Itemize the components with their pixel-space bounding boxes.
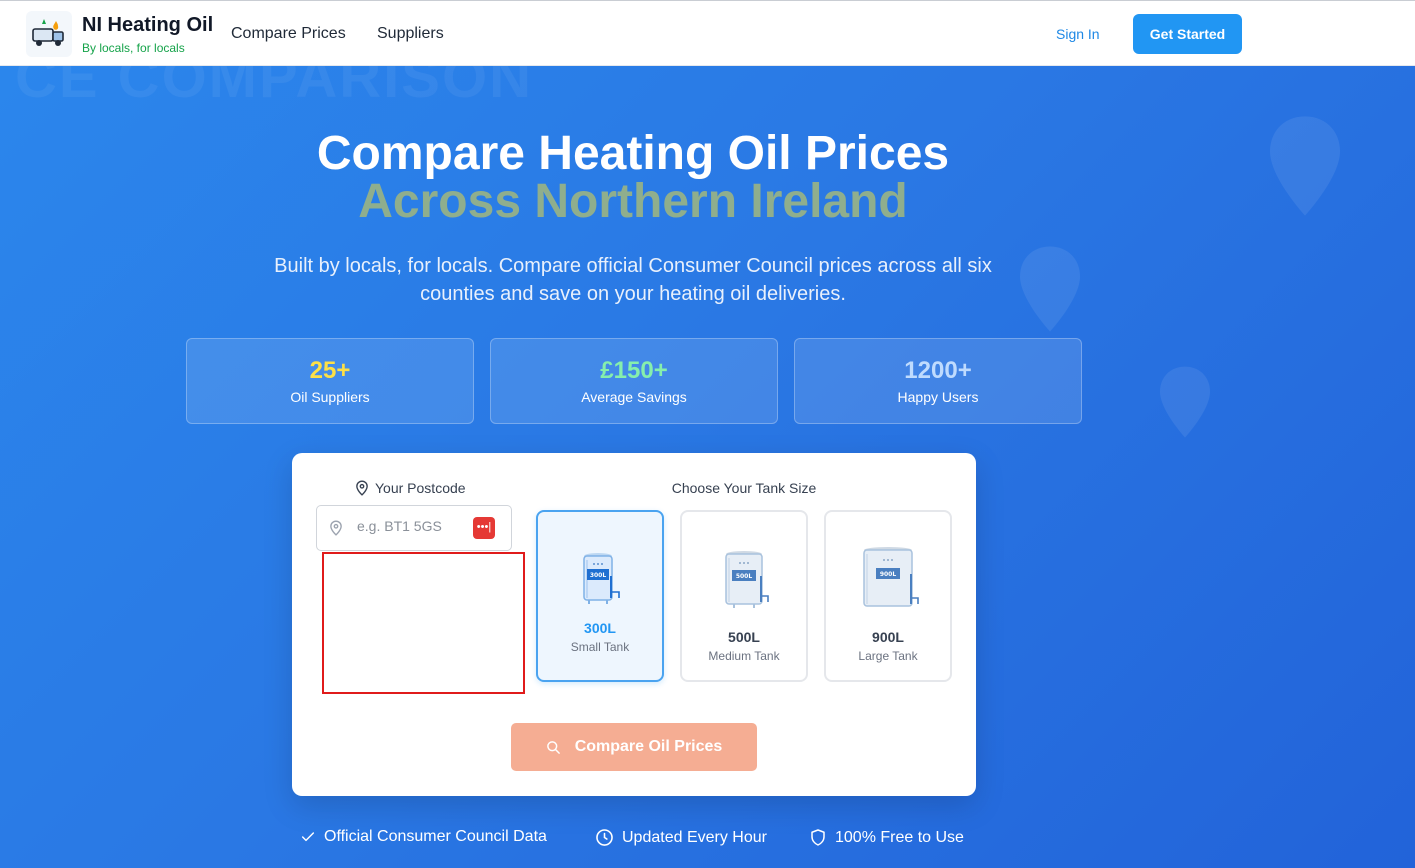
postcode-label-text: Your Postcode	[375, 480, 466, 496]
top-navbar: NI Heating Oil By locals, for locals Com…	[0, 0, 1415, 66]
tank-size-heading: Choose Your Tank Size	[671, 480, 817, 496]
stat-label: Average Savings	[581, 389, 687, 405]
background-watermark-text: CE COMPARISON	[15, 66, 533, 110]
search-icon	[546, 740, 560, 754]
postcode-label: Your Postcode	[355, 480, 466, 496]
stat-card-suppliers: 25+ Oil Suppliers	[186, 338, 474, 424]
stat-value: 25+	[309, 357, 351, 384]
compare-prices-button[interactable]: Compare Oil Prices	[511, 723, 757, 771]
search-card: Your Postcode •••| Choose Your Tank Size…	[292, 453, 976, 796]
tank-size: 900L	[872, 629, 904, 645]
brand-title[interactable]: NI Heating Oil	[82, 14, 213, 37]
large-tank-icon: 900L	[863, 547, 919, 607]
tank-option-large[interactable]: 900L 900L Large Tank	[824, 510, 952, 682]
brand-tagline: By locals, for locals	[82, 41, 185, 55]
logo[interactable]	[26, 11, 72, 57]
map-pin-icon	[356, 480, 368, 496]
tank-badge: 900L	[880, 571, 897, 578]
feature-free: 100% Free to Use	[809, 828, 964, 847]
postcode-suggestions-dropdown[interactable]	[322, 552, 525, 694]
hero-title-highlight: Across Northern Ireland	[358, 175, 908, 228]
feature-official-data: Official Consumer Council Data	[300, 828, 547, 846]
feature-label: Official Consumer Council Data	[324, 828, 547, 845]
oil-truck-logo-icon	[32, 19, 64, 46]
check-icon	[301, 832, 315, 842]
hero-title: Compare Heating Oil Prices	[316, 127, 950, 180]
stat-label: Oil Suppliers	[290, 389, 370, 405]
feature-updated-hourly: Updated Every Hour	[595, 828, 767, 847]
stat-label: Happy Users	[897, 389, 979, 405]
shield-icon	[811, 829, 825, 846]
feature-label: Updated Every Hour	[622, 828, 767, 846]
small-tank-icon: 300L	[583, 553, 620, 604]
map-pin-decoration-icon	[1160, 366, 1210, 438]
get-started-button[interactable]: Get Started	[1133, 14, 1242, 54]
compare-button-label: Compare Oil Prices	[574, 738, 723, 755]
tank-option-small[interactable]: 300L 300L Small Tank	[536, 510, 664, 682]
tank-badge: 500L	[736, 573, 753, 580]
password-manager-icon[interactable]: •••|	[473, 517, 495, 539]
stat-card-savings: £150+ Average Savings	[490, 338, 778, 424]
hero-subtitle: Built by locals, for locals. Compare off…	[274, 255, 992, 305]
clock-icon	[596, 829, 613, 846]
tank-badge: 300L	[590, 572, 607, 579]
tank-size: 300L	[584, 620, 616, 636]
tank-name: Small Tank	[570, 640, 630, 654]
sign-in-link[interactable]: Sign In	[1056, 26, 1100, 42]
tank-name: Medium Tank	[708, 649, 780, 663]
tank-size: 500L	[728, 629, 760, 645]
stat-card-users: 1200+ Happy Users	[794, 338, 1082, 424]
hero-section: CE COMPARISON Compare Heating Oil Prices…	[0, 66, 1415, 868]
stat-value: 1200+	[904, 357, 972, 384]
postcode-input[interactable]	[357, 518, 467, 534]
map-pin-decoration-icon	[1020, 246, 1080, 332]
feature-label: 100% Free to Use	[835, 828, 964, 846]
tank-name: Large Tank	[858, 649, 918, 663]
nav-suppliers[interactable]: Suppliers	[377, 25, 444, 43]
nav-compare-prices[interactable]: Compare Prices	[231, 25, 346, 43]
map-pin-icon	[330, 520, 342, 536]
postcode-field[interactable]: •••|	[316, 505, 512, 551]
tank-option-medium[interactable]: 500L 500L Medium Tank	[680, 510, 808, 682]
map-pin-decoration-icon	[1270, 116, 1340, 216]
medium-tank-icon: 500L	[725, 551, 769, 608]
stat-value: £150+	[600, 357, 668, 384]
